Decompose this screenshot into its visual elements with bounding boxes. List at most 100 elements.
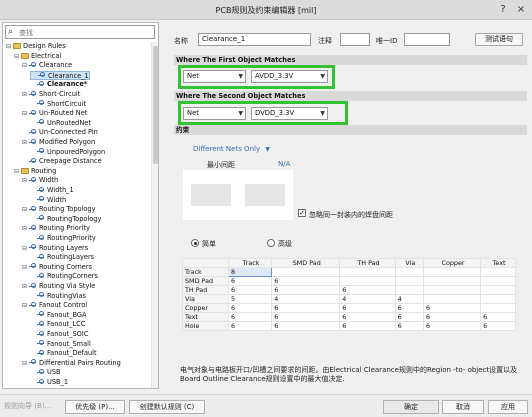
matrix-cell[interactable]	[339, 267, 396, 277]
tree-node[interactable]: Fanout_Default	[30, 349, 97, 358]
matrix-cell[interactable]: 8	[227, 267, 273, 277]
tree-node[interactable]: Clearance_1	[30, 70, 90, 80]
tree-node[interactable]: ⊟ Routing Corners	[22, 263, 92, 272]
tree-node[interactable]: Fanout_BGA	[30, 311, 87, 320]
collapse-toggle-icon[interactable]: ⊟	[22, 301, 29, 310]
matrix-cell[interactable]	[422, 294, 482, 304]
matrix-cell[interactable]: 6	[227, 303, 273, 313]
matrix-cell[interactable]: 6	[422, 312, 482, 322]
tree-node[interactable]: UnRoutedNet	[30, 119, 91, 128]
collapse-toggle-icon[interactable]: ⊟	[22, 176, 29, 185]
test-query-button[interactable]: 测试语句	[475, 33, 523, 46]
collapse-toggle-icon[interactable]: ⊟	[22, 263, 29, 272]
mode-advanced-radio[interactable]	[267, 239, 275, 247]
matrix-cell[interactable]: 6	[422, 321, 482, 331]
matrix-cell[interactable]	[480, 294, 516, 304]
collapse-toggle-icon[interactable]: ⊟	[22, 138, 29, 147]
matrix-cell[interactable]: 4	[271, 294, 341, 304]
matrix-cell[interactable]: 5	[227, 294, 273, 304]
tree-node[interactable]: ⊟ Routing	[14, 167, 56, 176]
search-input[interactable]	[19, 27, 149, 38]
collapse-toggle-icon[interactable]: ⊟	[22, 90, 29, 99]
matrix-cell[interactable]	[271, 267, 341, 277]
tree-node[interactable]: ⊟ Fanout Control	[22, 301, 87, 310]
matrix-cell[interactable]: 6	[227, 312, 273, 322]
matrix-cell[interactable]: 6	[271, 321, 341, 331]
tree-node[interactable]: ⊟ Routing Via Style	[22, 282, 95, 291]
tree-node[interactable]: ⊟ Design Rules	[6, 42, 66, 51]
matrix-cell[interactable]	[394, 276, 425, 286]
matrix-cell[interactable]: 6	[422, 303, 482, 313]
matrix-cell[interactable]: 6	[480, 312, 516, 322]
matrix-cell[interactable]	[480, 303, 516, 313]
tree-node[interactable]: ⊟ Clearance	[22, 61, 72, 70]
matrix-cell[interactable]	[422, 285, 482, 295]
matrix-cell[interactable]: 6	[271, 303, 341, 313]
matrix-cell[interactable]: 6	[394, 303, 425, 313]
tree-node[interactable]: ⊟ Routing Topology	[22, 205, 96, 214]
priority-button[interactable]: 优先级 (P)...	[65, 400, 125, 414]
tree-node[interactable]: Width	[30, 196, 66, 205]
matrix-cell[interactable]	[480, 267, 516, 277]
matrix-cell[interactable]: 6	[271, 276, 341, 286]
rule-name-field[interactable]: Clearance_1	[198, 33, 311, 46]
matrix-cell[interactable]	[394, 285, 425, 295]
matrix-cell[interactable]	[339, 276, 396, 286]
collapse-toggle-icon[interactable]: ⊟	[22, 244, 29, 253]
collapse-toggle-icon[interactable]: ⊟	[22, 109, 29, 118]
matrix-cell[interactable]: 6	[227, 321, 273, 331]
collapse-toggle-icon[interactable]: ⊟	[14, 52, 21, 61]
tree-node[interactable]: ⊟ Differential Pairs Routing	[22, 359, 121, 368]
tree-node[interactable]: ⊟ Short-Circuit	[22, 90, 80, 99]
nets-option-select[interactable]: Different Nets Only ▼	[193, 145, 270, 153]
matrix-cell[interactable]: 6	[339, 285, 396, 295]
matrix-cell[interactable]: 4	[394, 294, 425, 304]
matrix-cell[interactable]: 6	[271, 312, 341, 322]
collapse-toggle-icon[interactable]: ⊟	[14, 167, 21, 176]
tree-node[interactable]: RoutingVias	[30, 292, 86, 301]
tree-node[interactable]: RoutingTopology	[30, 215, 101, 224]
collapse-toggle-icon[interactable]: ⊟	[22, 224, 29, 233]
tree-node[interactable]: Fanout_LCC	[30, 320, 85, 329]
collapse-toggle-icon[interactable]: ⊟	[22, 282, 29, 291]
tree-node[interactable]: ⊟ Un-Routed Net	[22, 109, 87, 118]
help-button[interactable]: ?	[496, 3, 510, 17]
mode-simple-radio[interactable]	[191, 239, 199, 247]
matrix-cell[interactable]: 6	[394, 321, 425, 331]
tree-node[interactable]: RoutingPriority	[30, 234, 96, 243]
matrix-cell[interactable]: 6	[227, 276, 273, 286]
tree-node[interactable]: Fanout_SOIC	[30, 330, 88, 339]
min-clearance-value[interactable]: N/A	[278, 160, 290, 168]
tree-node[interactable]: RoutingCorners	[30, 272, 98, 281]
tree-node[interactable]: Creepage Distance	[22, 157, 102, 166]
matrix-cell[interactable]	[422, 267, 482, 277]
matrix-cell[interactable]: 6	[339, 321, 396, 331]
close-button[interactable]: ×	[514, 3, 528, 17]
create-default-rules-button[interactable]: 创建默认规则 (C)	[129, 400, 205, 414]
matrix-cell[interactable]: 6	[480, 321, 516, 331]
tree-node[interactable]: USB_1	[30, 378, 68, 387]
cancel-button[interactable]: 取消	[442, 400, 484, 414]
apply-button[interactable]: 应用	[488, 400, 528, 414]
tree-node[interactable]: ⊟ Modified Polygon	[22, 138, 95, 147]
tree-node[interactable]: Width_1	[30, 186, 74, 195]
ok-button[interactable]: 确定	[383, 400, 439, 414]
ignore-pads-checkbox[interactable]: ✓	[298, 209, 306, 217]
matrix-cell[interactable]: 6	[339, 312, 396, 322]
rule-wizard-button[interactable]: 规则向导 (B)...	[4, 400, 60, 414]
unique-id-field[interactable]	[404, 33, 450, 46]
collapse-toggle-icon[interactable]: ⊟	[22, 205, 29, 214]
matrix-cell[interactable]: 6	[394, 312, 425, 322]
matrix-cell[interactable]	[480, 276, 516, 286]
tree-node[interactable]: Clearance*	[30, 80, 87, 89]
scrollbar-thumb[interactable]	[153, 46, 158, 164]
matrix-cell[interactable]	[422, 276, 482, 286]
tree-node[interactable]: USB	[30, 368, 61, 377]
tree-node[interactable]: ⊟ Electrical	[14, 52, 61, 61]
tree-node[interactable]: Un-Connected Pin	[22, 128, 98, 137]
matrix-cell[interactable]: 6	[271, 285, 341, 295]
tree-node[interactable]: RoutingLayers	[30, 253, 94, 262]
tree-node[interactable]: ⊟ Routing Layers	[22, 244, 88, 253]
tree-node[interactable]: ⊟ Width	[22, 176, 58, 185]
tree-node[interactable]: UnpouredPolygon	[30, 148, 105, 157]
